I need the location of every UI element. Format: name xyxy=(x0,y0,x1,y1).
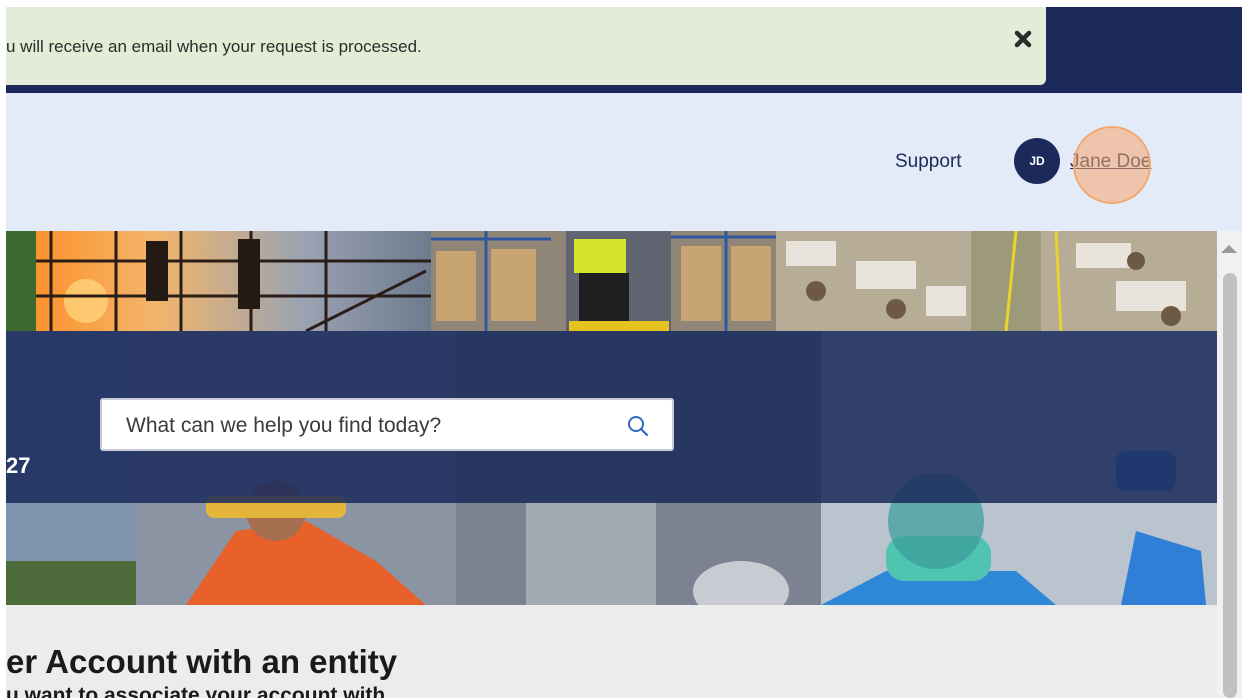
scroll-thumb[interactable] xyxy=(1223,273,1237,698)
support-link[interactable]: Support xyxy=(895,151,962,173)
notification-message: u will receive an email when your reques… xyxy=(6,37,422,56)
vertical-scrollbar[interactable] xyxy=(1217,231,1242,698)
scroll-up-arrow-icon[interactable] xyxy=(1221,245,1237,253)
hero-image-factory-floor xyxy=(776,231,1217,331)
user-avatar[interactable]: JD xyxy=(1014,138,1060,184)
hero-image-warehouse xyxy=(431,231,776,331)
search-icon[interactable] xyxy=(626,414,650,438)
main-content: er Account with an entity u want to asso… xyxy=(6,605,1217,698)
hero-partial-label: 27 xyxy=(6,453,31,478)
user-name-link[interactable]: Jane Doe xyxy=(1070,151,1151,173)
page-subtitle: u want to associate your account with xyxy=(6,684,386,698)
window-edge xyxy=(0,0,6,698)
site-header: Support JD Jane Doe xyxy=(6,93,1242,231)
close-icon[interactable] xyxy=(1009,25,1037,53)
success-notification: u will receive an email when your reques… xyxy=(6,7,1046,85)
search-placeholder: What can we help you find today? xyxy=(126,414,442,437)
hero-image-construction xyxy=(6,231,431,331)
page-title: er Account with an entity xyxy=(6,643,398,680)
search-input[interactable]: What can we help you find today? xyxy=(100,398,674,451)
